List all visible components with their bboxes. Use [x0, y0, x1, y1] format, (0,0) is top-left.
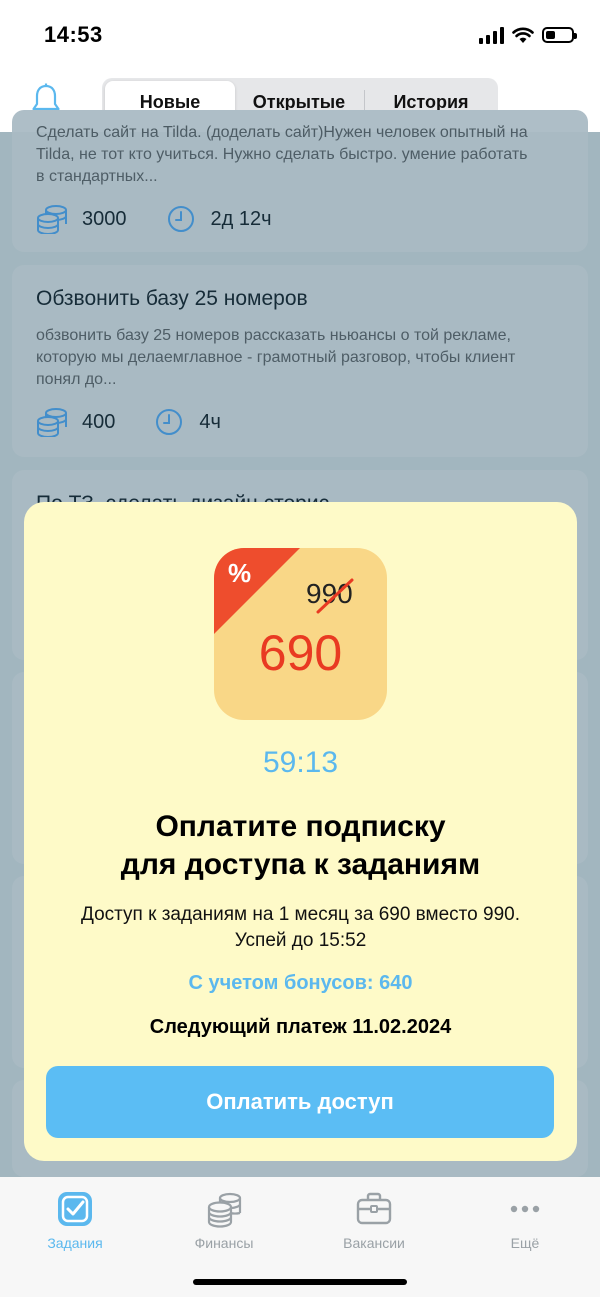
tabbar-item-tasks[interactable]: Задания	[20, 1189, 130, 1251]
status-bar: 14:53	[0, 0, 600, 70]
next-payment: Следующий платеж 11.02.2024	[149, 1016, 452, 1038]
status-icons	[479, 24, 577, 46]
subscription-modal: % 990 690 59:13 Оплатите подписку для до…	[24, 502, 577, 1161]
countdown-timer: 59:13	[262, 746, 339, 779]
tabbar-label: Ещё	[510, 1235, 540, 1251]
cellular-signal-icon	[479, 26, 504, 44]
briefcase-icon	[356, 1192, 392, 1225]
more-dots-icon	[510, 1205, 540, 1213]
status-time: 14:53	[44, 22, 103, 47]
tabbar-item-vacancies[interactable]: Вакансии	[319, 1189, 429, 1251]
home-indicator[interactable]	[193, 1279, 407, 1285]
tabbar-label: Финансы	[194, 1235, 254, 1251]
coins-icon	[207, 1192, 242, 1228]
modal-title: Оплатите подписку для доступа к заданиям	[24, 808, 577, 884]
discount-badge: % 990 690	[214, 548, 387, 720]
strikethrough-line	[316, 578, 354, 614]
wifi-icon	[512, 27, 534, 43]
modal-description: Доступ к заданиям на 1 месяц за 690 вмес…	[80, 904, 520, 951]
modal-title-line2: для доступа к заданиям	[120, 848, 481, 881]
tabbar-label: Задания	[47, 1235, 103, 1251]
modal-title-line1: Оплатите подписку	[155, 810, 446, 843]
tabbar-item-more[interactable]: Ещё	[470, 1189, 580, 1251]
percent-icon: %	[228, 558, 252, 588]
tasks-checkbox-icon	[58, 1192, 92, 1226]
battery-icon	[542, 27, 577, 43]
tabbar-item-finance[interactable]: Финансы	[169, 1189, 279, 1251]
bonus-price: С учетом бонусов: 640	[188, 972, 413, 994]
pay-access-button[interactable]: Оплатить доступ	[46, 1066, 554, 1138]
discount-corner	[214, 548, 300, 634]
new-price: 690	[258, 625, 343, 681]
tabbar-label: Вакансии	[343, 1235, 405, 1251]
